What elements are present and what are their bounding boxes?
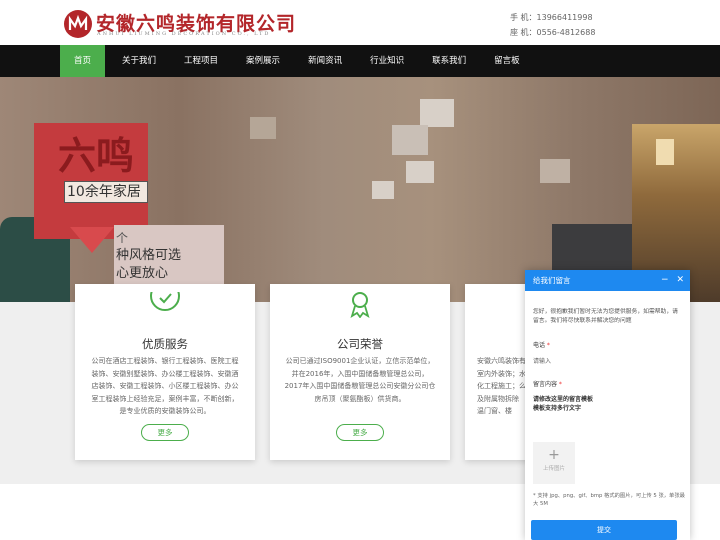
- phone-input[interactable]: 请输入: [533, 356, 681, 365]
- card-description: 公司已通过ISO9001企业认证，立信示范单位，并在2016年，入围中国储备粮管…: [284, 357, 436, 403]
- slogan-line-2: 种风格可选: [116, 248, 182, 263]
- logo-icon[interactable]: [64, 10, 92, 38]
- brand-english: ANHUI LIUMING DECORATION CO., LTD: [97, 31, 271, 37]
- nav-item-about[interactable]: 关于我们: [105, 45, 170, 77]
- content-label-text: 留言内容: [533, 381, 558, 388]
- message-controls: − ✕: [656, 270, 684, 291]
- phone-label: 电话 *: [533, 342, 550, 349]
- shield-icon: [149, 292, 181, 318]
- minimize-icon[interactable]: −: [661, 275, 669, 285]
- site-header: 安徽六鸣装饰有限公司 ANHUI LIUMING DECORATION CO.,…: [0, 0, 720, 45]
- nav-item-projects[interactable]: 工程项目: [170, 45, 232, 77]
- message-header: 给我们留言 − ✕: [525, 270, 690, 291]
- nav-item-guestbook[interactable]: 留言板: [480, 45, 534, 77]
- main-nav: 首页 关于我们 工程项目 案例展示 新闻资讯 行业知识 联系我们 留言板: [0, 45, 720, 77]
- content-label: 留言内容 *: [533, 381, 562, 388]
- nav-item-cases[interactable]: 案例展示: [232, 45, 294, 77]
- upload-image-button[interactable]: + 上传图片: [533, 442, 575, 484]
- feature-card-service: 优质服务 公司在酒店工程装饰、银行工程装饰、医院工程装饰、安徽别墅装饰、办公楼工…: [75, 284, 255, 460]
- triangle-decoration: [70, 227, 114, 253]
- phone-label-text: 电话: [533, 342, 546, 349]
- banner-tag: 10余年家居: [64, 181, 148, 203]
- upload-note: * 支持 jpg、png、gif、bmp 格式的图片，可上传 5 张，单张最大 …: [533, 493, 685, 507]
- card-title: 优质服务: [142, 337, 188, 351]
- more-button[interactable]: 更多: [141, 424, 189, 441]
- feature-card-honor: 公司荣誉 公司已通过ISO9001企业认证，立信示范单位，并在2016年，入围中…: [270, 284, 450, 460]
- award-icon: [344, 292, 376, 318]
- slogan-line-3: 心更放心: [116, 266, 169, 281]
- slogan-line-1: 个: [116, 231, 129, 245]
- close-icon[interactable]: ✕: [676, 275, 684, 285]
- card-title: 公司荣誉: [337, 337, 383, 351]
- content-textarea[interactable]: 请修改这里的留言模板 模板支持多行文字: [533, 395, 683, 413]
- card-description: 公司在酒店工程装饰、银行工程装饰、医院工程装饰、安徽别墅装饰、办公楼工程装饰、安…: [91, 357, 239, 415]
- nav-item-news[interactable]: 新闻资讯: [294, 45, 356, 77]
- submit-button[interactable]: 提交: [531, 520, 677, 540]
- lamp-image: [656, 139, 674, 165]
- message-title: 给我们留言: [533, 276, 571, 285]
- landline-number: 座 机：0556-4812688: [510, 28, 596, 37]
- more-button[interactable]: 更多: [336, 424, 384, 441]
- contact-info: 手 机：13966411998 座 机：0556-4812688: [510, 10, 595, 40]
- plus-icon: +: [548, 447, 560, 463]
- mobile-number: 手 机：13966411998: [510, 13, 593, 22]
- hero-banner[interactable]: 六鸣 10余年家居 个 种风格可选 心更放心: [0, 77, 720, 302]
- nav-item-knowledge[interactable]: 行业知识: [356, 45, 418, 77]
- upload-label: 上传图片: [542, 466, 565, 472]
- nav-item-home[interactable]: 首页: [60, 45, 106, 77]
- message-intro: 您好，很抱歉我们暂时无法为您提供服务，如需帮助，请留言。我们将尽快联系并解决您的…: [533, 309, 678, 324]
- message-widget: 给我们留言 − ✕ 您好，很抱歉我们暂时无法为您提供服务，如需帮助，请留言。我们…: [525, 270, 690, 540]
- banner-big-text: 六鸣: [58, 133, 135, 178]
- nav-item-contact[interactable]: 联系我们: [418, 45, 480, 77]
